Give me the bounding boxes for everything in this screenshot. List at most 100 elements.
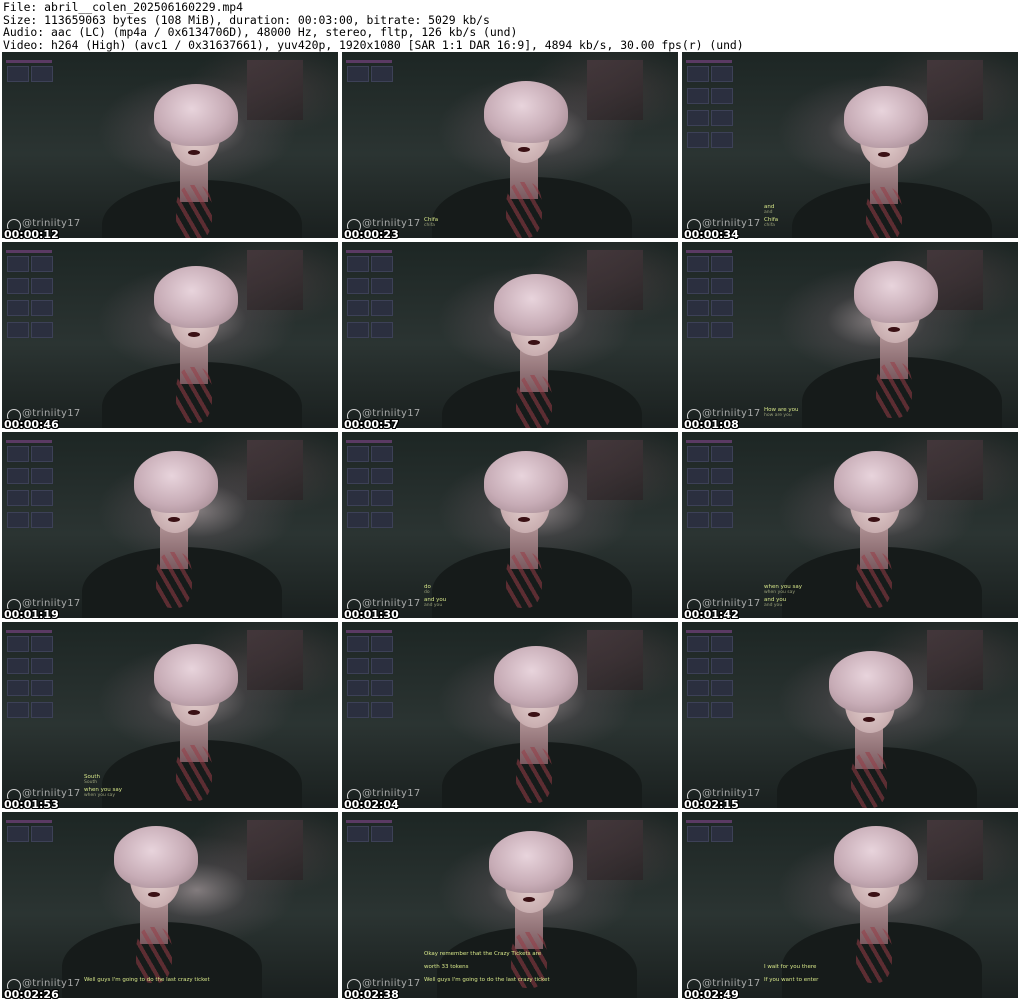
overlay-cell bbox=[7, 66, 29, 82]
file-name-line: File: abril__colen_202506160229.mp4 bbox=[3, 0, 244, 14]
tattoo bbox=[136, 927, 172, 983]
tattoo bbox=[516, 747, 552, 803]
lips bbox=[868, 517, 880, 522]
wall-poster bbox=[927, 630, 983, 690]
overlay-cell bbox=[347, 512, 369, 528]
stream-overlay-panel bbox=[686, 60, 736, 153]
tattoo bbox=[856, 552, 892, 608]
person-hair bbox=[494, 274, 578, 336]
overlay-cell bbox=[347, 300, 369, 316]
overlay-cell bbox=[711, 278, 733, 294]
thumbnail-timestamp: 00:02:38 bbox=[344, 988, 399, 1001]
overlay-cell bbox=[687, 826, 709, 842]
subtitle-text: worth 33 tokens bbox=[424, 964, 469, 970]
overlay-cell bbox=[687, 322, 709, 338]
overlay-cell bbox=[31, 680, 53, 696]
lips bbox=[188, 150, 200, 155]
overlay-cell bbox=[687, 702, 709, 718]
tattoo bbox=[506, 552, 542, 608]
tattoo bbox=[156, 552, 192, 608]
thumbnail-timestamp: 00:01:30 bbox=[344, 608, 399, 621]
stream-overlay-panel bbox=[686, 440, 736, 533]
overlay-cell bbox=[711, 658, 733, 674]
overlay-cell bbox=[7, 636, 29, 652]
wall-poster bbox=[927, 60, 983, 120]
overlay-cell bbox=[371, 636, 393, 652]
person-hair bbox=[154, 266, 238, 328]
overlay-cell bbox=[371, 512, 393, 528]
subtitle-text: I wait for you there bbox=[764, 964, 817, 970]
thumbnail-timestamp: 00:02:49 bbox=[684, 988, 739, 1001]
tattoo bbox=[876, 362, 912, 418]
audio-info-line: Audio: aac (LC) (mp4a / 0x6134706D), 480… bbox=[3, 25, 518, 40]
video-thumbnail: @triniity17 bbox=[2, 52, 338, 238]
thumbnail-timestamp: 00:01:53 bbox=[4, 798, 59, 811]
overlay-cell bbox=[687, 658, 709, 674]
stream-overlay-panel bbox=[6, 250, 56, 343]
person-hair bbox=[829, 651, 913, 713]
overlay-header-bar bbox=[6, 440, 52, 443]
video-thumbnail: @triniity17 Well guys I'm going to do the… bbox=[2, 812, 338, 998]
video-thumbnail: @triniity17 when you say when you say and y… bbox=[682, 432, 1018, 618]
overlay-cell bbox=[711, 468, 733, 484]
overlay-cell bbox=[347, 66, 369, 82]
subtitle-text: Well guys I'm going to do the last crazy… bbox=[424, 977, 550, 983]
overlay-header-bar bbox=[686, 630, 732, 633]
overlay-cell bbox=[687, 512, 709, 528]
wall-poster bbox=[587, 820, 643, 880]
overlay-cell bbox=[711, 636, 733, 652]
subtitle-translation: when you say bbox=[84, 793, 116, 798]
person-hair bbox=[484, 451, 568, 513]
overlay-cell bbox=[687, 88, 709, 104]
overlay-cell bbox=[7, 680, 29, 696]
file-info-header: File: abril__colen_202506160229.mp4 Size… bbox=[3, 1, 1021, 51]
tattoo bbox=[176, 745, 212, 801]
overlay-cell bbox=[687, 256, 709, 272]
overlay-cell bbox=[371, 826, 393, 842]
overlay-cell bbox=[687, 468, 709, 484]
subtitle-translation: South bbox=[84, 780, 98, 785]
wall-poster bbox=[587, 60, 643, 120]
overlay-cell bbox=[31, 512, 53, 528]
video-thumbnail: @triniity17 bbox=[342, 622, 678, 808]
lips bbox=[528, 712, 540, 717]
overlay-cell bbox=[7, 446, 29, 462]
overlay-cell bbox=[31, 446, 53, 462]
stream-overlay-panel bbox=[346, 820, 396, 847]
thumbnail-timestamp: 00:02:15 bbox=[684, 798, 739, 811]
overlay-cell bbox=[347, 256, 369, 272]
overlay-cell bbox=[7, 490, 29, 506]
thumbnail-timestamp: 00:00:23 bbox=[344, 228, 399, 241]
overlay-cell bbox=[687, 132, 709, 148]
wall-poster bbox=[927, 820, 983, 880]
video-thumbnail: @triniity17 and and Chifa chifa bbox=[682, 52, 1018, 238]
overlay-header-bar bbox=[686, 250, 732, 253]
thumbnail-timestamp: 00:01:08 bbox=[684, 418, 739, 431]
video-thumbnail: @triniity17 Okay remember that the Crazy … bbox=[342, 812, 678, 998]
overlay-cell bbox=[711, 66, 733, 82]
video-thumbnail: @triniity17 I wait for you there If you wa… bbox=[682, 812, 1018, 998]
tattoo bbox=[176, 367, 212, 423]
overlay-cell bbox=[711, 446, 733, 462]
overlay-cell bbox=[7, 256, 29, 272]
overlay-cell bbox=[347, 446, 369, 462]
lips bbox=[528, 340, 540, 345]
overlay-cell bbox=[711, 512, 733, 528]
stream-overlay-panel bbox=[346, 60, 396, 87]
subtitle-translation: chifa bbox=[764, 223, 775, 228]
video-thumbnail: @triniity17 do do and you and you bbox=[342, 432, 678, 618]
tattoo bbox=[851, 752, 887, 808]
wall-poster bbox=[247, 630, 303, 690]
overlay-cell bbox=[31, 658, 53, 674]
tattoo bbox=[506, 182, 542, 238]
video-thumbnail: @triniity17 bbox=[682, 622, 1018, 808]
subtitle-text: Okay remember that the Crazy Tickets are bbox=[424, 951, 542, 957]
overlay-header-bar bbox=[346, 630, 392, 633]
overlay-cell bbox=[371, 278, 393, 294]
lips bbox=[148, 892, 160, 897]
overlay-cell bbox=[687, 490, 709, 506]
overlay-cell bbox=[31, 636, 53, 652]
subtitle-translation: and you bbox=[764, 603, 783, 608]
person-hair bbox=[844, 86, 928, 148]
wall-poster bbox=[247, 250, 303, 310]
